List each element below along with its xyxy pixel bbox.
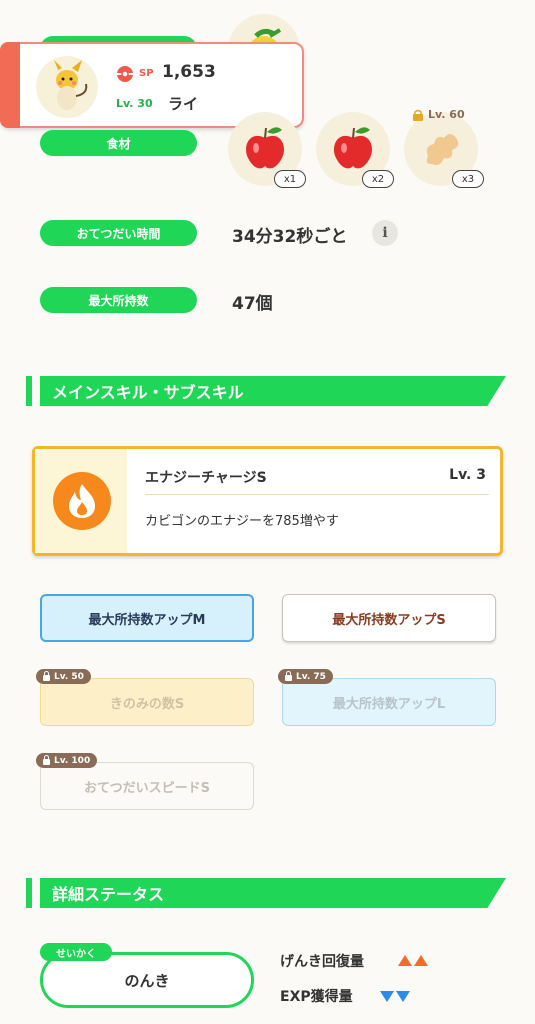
main-skill-card[interactable]: エナジーチャージS Lv. 3 カビゴンのエナジーを785増やす [32,446,503,556]
main-skill-name: エナジーチャージS [145,470,267,486]
nature-tag: せいかく [40,943,112,961]
subskill-2-button[interactable]: 最大所持数アップS [282,594,496,642]
main-skill-level: Lv. 3 [449,467,486,483]
lock-icon [285,670,292,681]
pokemon-detail-page: SP 1,653 Lv. 30 ライ 食材 x1 x2 Lv. 60 x3 おて… [0,0,535,1024]
nature-up-label: げんき回復量 [280,954,364,970]
subskill-4-lock-tag: Lv. 75 [278,669,333,684]
sp-value: 1,653 [162,62,216,82]
card-stripe [0,42,20,128]
subskill-1-button[interactable]: 最大所持数アップM [40,594,254,642]
nature-down-label: EXP獲得量 [280,989,353,1005]
subskill-3-lock-tag: Lv. 50 [36,669,91,684]
pokemon-name: ライ [168,95,199,113]
skills-section-header: メインスキル・サブスキル [26,376,506,406]
max-carry-value: 47個 [232,294,273,314]
lock-icon [413,109,423,121]
main-skill-description: カビゴンのエナジーを785増やす [145,514,339,529]
subskill-5-lock-tag: Lv. 100 [36,753,98,768]
ingredients-label: 食材 [40,130,197,156]
up-arrows-icon [398,955,428,966]
skill-divider [145,494,489,495]
pokemon-avatar [36,56,98,118]
lock-icon [43,670,50,681]
pokemon-level: Lv. 30 [116,97,153,110]
skills-section-title: メインスキル・サブスキル [40,376,506,406]
down-arrows-icon [380,991,410,1002]
help-time-value: 34分32秒ごと [232,227,348,247]
ingredient-qty-2: x2 [362,170,394,188]
lock-icon [43,754,50,765]
fire-icon [53,472,111,530]
ingredient-unlock-3: Lv. 60 [412,108,465,121]
help-time-label: おてつだい時間 [40,220,197,246]
subskill-4-button[interactable]: 最大所持数アップL [282,678,496,726]
detail-section-title: 詳細ステータス [40,878,506,908]
detail-section-header: 詳細ステータス [26,878,506,908]
subskill-3-button[interactable]: きのみの数S [40,678,254,726]
subskill-5-button[interactable]: おてつだいスピードS [40,762,254,810]
max-carry-label: 最大所持数 [40,287,197,313]
pokeball-icon [117,66,133,82]
ingredient-qty-3: x3 [452,170,484,188]
ingredient-qty-1: x1 [274,170,306,188]
info-icon[interactable]: i [372,220,398,246]
sp-label: SP [139,68,154,79]
